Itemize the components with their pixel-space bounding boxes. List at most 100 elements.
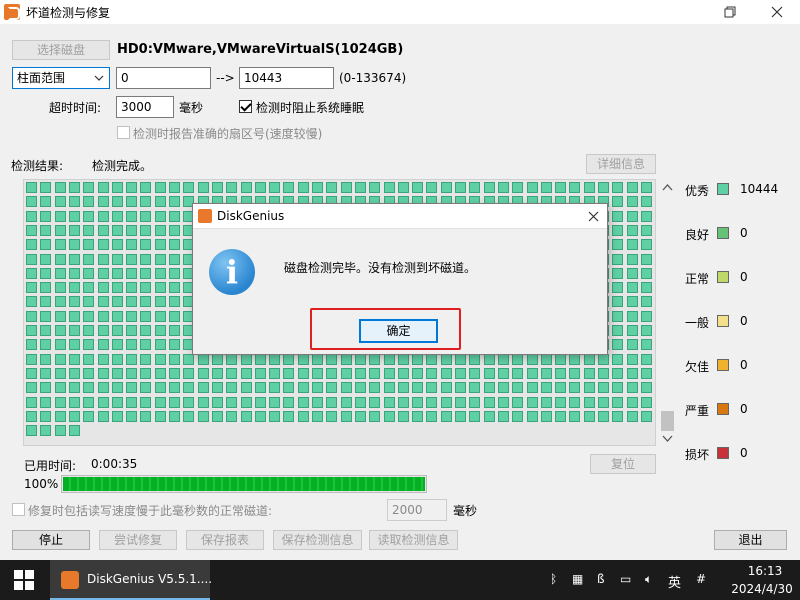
read-info-button[interactable]: 读取检测信息: [369, 530, 458, 550]
dialog-close-button[interactable]: [588, 207, 599, 226]
block-cell: [154, 410, 166, 422]
clock-date[interactable]: 2024/4/30: [727, 582, 797, 596]
block-cell: [111, 210, 123, 222]
ok-button[interactable]: 确定: [359, 319, 438, 343]
block-cell: [283, 382, 295, 394]
end-cylinder-input[interactable]: 10443: [239, 67, 334, 89]
block-cell: [269, 353, 281, 365]
block-cell: [312, 367, 323, 379]
start-button[interactable]: [0, 560, 48, 600]
block-cell: [83, 325, 95, 336]
volume-icon[interactable]: 🔈︎: [645, 572, 652, 587]
timeout-unit: 毫秒: [179, 101, 204, 115]
block-cell: [140, 196, 152, 208]
range-mode-value: 柱面范围: [17, 71, 66, 85]
block-cell: [612, 210, 624, 222]
scroll-thumb[interactable]: [661, 411, 674, 431]
select-disk-button[interactable]: 选择磁盘: [12, 40, 110, 60]
block-cell: [140, 210, 152, 222]
stop-button[interactable]: 停止: [12, 530, 90, 550]
legend-swatch: [717, 183, 729, 195]
block-cell: [83, 196, 95, 208]
block-cell: [626, 282, 638, 294]
reset-button[interactable]: 复位: [590, 454, 656, 474]
block-cell: [26, 353, 37, 365]
clock-time[interactable]: 16:13: [735, 564, 795, 578]
block-cell: [40, 339, 52, 351]
block-cell: [555, 410, 567, 422]
elapsed-label: 已用时间:: [24, 459, 77, 473]
block-cell: [640, 282, 652, 294]
timeout-input[interactable]: 3000: [116, 96, 174, 118]
restore-icon: [724, 6, 736, 18]
prevent-sleep-checkbox[interactable]: [239, 100, 252, 113]
block-cell: [383, 410, 395, 422]
block-cell: [140, 182, 152, 193]
block-cell: [126, 367, 138, 379]
block-cell: [640, 239, 652, 251]
block-cell: [412, 367, 424, 379]
save-info-button[interactable]: 保存检测信息: [273, 530, 362, 550]
block-cell: [455, 353, 466, 365]
block-cell: [626, 353, 638, 365]
block-cell: [583, 396, 595, 408]
scroll-up-icon[interactable]: [659, 181, 676, 195]
block-cell: [369, 182, 381, 193]
block-cell: [54, 310, 66, 322]
block-cell: [54, 239, 66, 251]
block-cell: [140, 282, 152, 294]
ime-mode-icon[interactable]: #: [696, 572, 706, 586]
block-cell: [326, 367, 338, 379]
try-repair-button[interactable]: 尝试修复: [99, 530, 177, 550]
block-cell: [555, 367, 567, 379]
start-cylinder-input[interactable]: 0: [116, 67, 211, 89]
color-picker-icon[interactable]: ▦: [572, 572, 583, 586]
bluetooth-icon[interactable]: ᛒ: [550, 572, 557, 586]
block-cell: [297, 382, 309, 394]
block-cell: [626, 310, 638, 322]
repair-slow-checkbox[interactable]: [12, 503, 25, 516]
range-mode-select[interactable]: 柱面范围: [12, 67, 110, 89]
block-cell: [369, 382, 381, 394]
block-cell: [640, 182, 652, 193]
taskbar-app-diskgenius[interactable]: DiskGenius V5.5.1....: [50, 560, 212, 600]
block-cell: [68, 196, 80, 208]
block-cell: [326, 182, 338, 193]
close-icon: [771, 6, 783, 18]
input-method-icon[interactable]: ß: [597, 572, 605, 586]
legend-swatch: [717, 359, 729, 371]
block-cell: [211, 382, 223, 394]
range-hint: (0-133674): [339, 71, 407, 85]
restore-button[interactable]: [707, 0, 753, 24]
save-report-button[interactable]: 保存报表: [186, 530, 264, 550]
network-icon[interactable]: ▭: [620, 572, 631, 586]
block-cell: [154, 196, 166, 208]
block-cell: [612, 410, 624, 422]
block-cell: [512, 182, 524, 193]
block-cell: [169, 267, 180, 279]
block-cell: [140, 382, 152, 394]
block-cell: [226, 182, 238, 193]
block-cell: [83, 210, 95, 222]
block-cell: [26, 253, 37, 265]
block-cell: [26, 396, 37, 408]
dialog-message: 磁盘检测完毕。没有检测到坏磁道。: [284, 261, 477, 275]
repair-slow-input[interactable]: 2000: [387, 499, 447, 521]
scroll-down-icon[interactable]: [659, 431, 676, 445]
block-cell: [369, 367, 381, 379]
block-cell: [40, 367, 52, 379]
report-sector-checkbox[interactable]: [117, 126, 130, 139]
block-cell: [254, 382, 266, 394]
block-cell: [169, 310, 180, 322]
block-cell: [340, 382, 352, 394]
block-cell: [40, 382, 52, 394]
exit-button[interactable]: 退出: [714, 530, 787, 550]
block-cell: [169, 396, 180, 408]
language-indicator[interactable]: 英: [668, 572, 681, 591]
block-cell: [154, 396, 166, 408]
details-button[interactable]: 详细信息: [586, 154, 656, 174]
vertical-scrollbar[interactable]: [659, 179, 676, 446]
block-cell: [254, 367, 266, 379]
block-cell: [583, 367, 595, 379]
close-button[interactable]: [754, 0, 800, 24]
